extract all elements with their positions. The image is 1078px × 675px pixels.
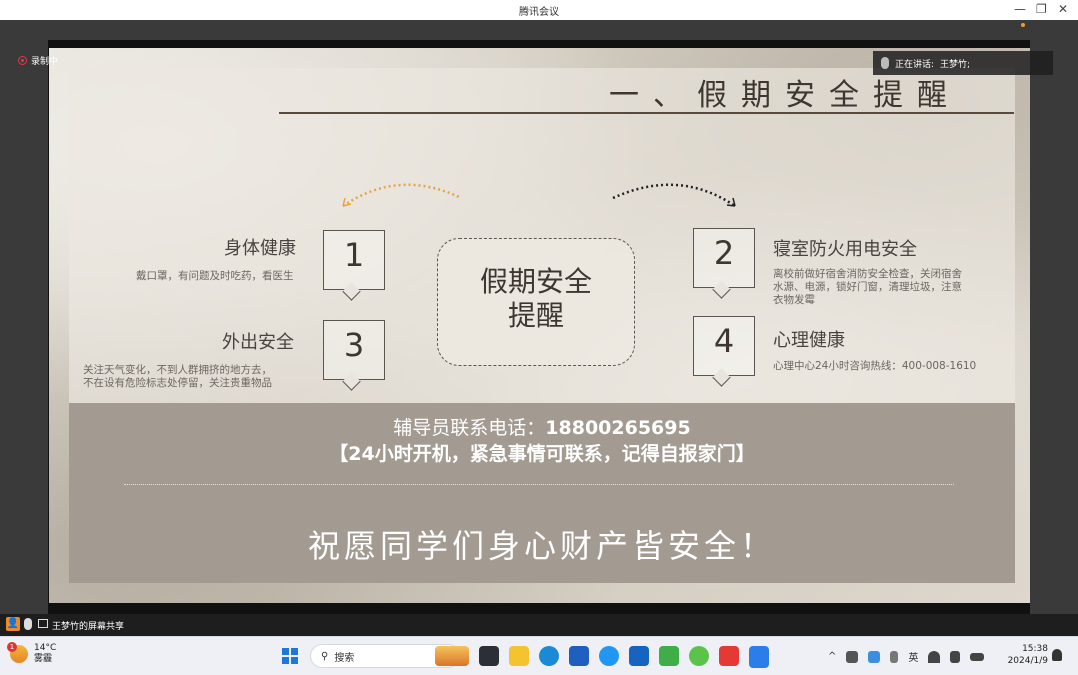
weather-desc: 雾霾	[34, 654, 53, 664]
slide-title: 一、假期安全提醒	[609, 78, 961, 113]
item-1-number: 1	[343, 236, 365, 274]
wifi-icon[interactable]	[928, 650, 941, 663]
share-label: 王梦竹的屏幕共享	[52, 622, 125, 632]
weather-badge: 1	[7, 642, 17, 652]
status-dot	[1021, 23, 1025, 27]
shared-slide: 一、假期安全提醒 身体健康 戴口罩，有问题及时吃药，看医生 1 外出安全 关注天…	[49, 48, 1030, 603]
item-3-desc: 关注天气变化，不到人群拥挤的地方去， 不在设有危险标志处停留，关注贵重物品	[83, 364, 272, 389]
contact-line: 辅导员联系电话：18800265695	[69, 413, 1015, 440]
clock[interactable]: 15:38 2024/1/9	[1004, 643, 1048, 667]
taskbar-apps	[435, 646, 769, 668]
weather-icon: 1	[7, 642, 28, 663]
clock-time: 15:38	[1022, 644, 1048, 654]
item-2-heading: 寝室防火用电安全	[773, 239, 917, 260]
tray-app-icon[interactable]	[846, 650, 859, 663]
contact-banner: 辅导员联系电话：18800265695 【24小时开机，紧急事情可联系，记得自报…	[69, 403, 1015, 583]
task-view-icon[interactable]	[479, 646, 499, 666]
microphone-icon[interactable]	[24, 618, 32, 630]
item-1-number-box: 1	[323, 230, 385, 301]
item-2-desc: 离校前做好宿舍消防安全检查，关闭宿舍 水源、电源，锁好门窗，清理垃圾，注意 衣物…	[773, 268, 962, 306]
speaking-label: 正在讲话:	[895, 59, 935, 70]
restore-button[interactable]: ❐	[1036, 2, 1047, 16]
window-titlebar: 腾讯会议 — ❐ ✕	[0, 0, 1078, 20]
contact-note: 【24小时开机，紧急事情可联系，记得自报家门】	[329, 443, 755, 465]
volume-icon[interactable]	[950, 650, 961, 663]
search-icon: ⚲	[321, 650, 329, 662]
notification-icon[interactable]	[1052, 649, 1062, 661]
banner-divider	[124, 484, 954, 485]
item-2-number: 2	[713, 234, 735, 272]
file-explorer-icon[interactable]	[509, 646, 529, 666]
item-4-number: 4	[713, 322, 735, 360]
item-3-number-box: 3	[323, 320, 385, 391]
center-text-line-2: 提醒	[507, 299, 564, 332]
item-2-number-box: 2	[693, 228, 755, 299]
microphone-icon[interactable]	[890, 650, 899, 663]
start-button[interactable]	[282, 648, 298, 664]
ie-browser-icon[interactable]	[689, 646, 709, 666]
browser-icon[interactable]	[599, 646, 619, 666]
system-tray: ^ 英	[828, 649, 985, 664]
item-4-heading: 心理健康	[773, 330, 845, 351]
clock-date: 2024/1/9	[1007, 656, 1048, 666]
center-text-line-1: 假期安全	[479, 265, 592, 298]
item-4-number-box: 4	[693, 316, 755, 387]
ime-indicator[interactable]: 英	[908, 649, 918, 664]
center-callout: 假期安全 提醒	[437, 238, 635, 366]
weather-widget[interactable]: 1 14°C 雾霾	[7, 642, 57, 665]
contact-number: 18800265695	[545, 417, 691, 439]
shield-app-icon[interactable]	[629, 646, 649, 666]
document-app-icon[interactable]	[719, 646, 739, 666]
edge-browser-icon[interactable]	[539, 646, 559, 666]
contact-label: 辅导员联系电话：	[393, 417, 546, 439]
minimize-button[interactable]: —	[1014, 2, 1026, 16]
store-icon[interactable]	[569, 646, 589, 666]
search-placeholder: 搜索	[334, 652, 355, 664]
recording-indicator[interactable]: 录制中	[18, 54, 58, 67]
item-1-heading: 身体健康	[224, 238, 296, 259]
arc-decoration-left	[342, 183, 462, 208]
windows-taskbar: 1 14°C 雾霾 ⚲ 搜索 ^ 英 15:38 2024/1/9	[0, 636, 1078, 675]
speaking-indicator: 正在讲话: 王梦竹;	[873, 51, 1053, 75]
item-3-heading: 外出安全	[222, 332, 294, 353]
close-button[interactable]: ✕	[1058, 2, 1068, 16]
mail-app-icon[interactable]	[659, 646, 679, 666]
weather-temp: 14°C	[34, 643, 57, 653]
arc-decoration-right	[612, 183, 736, 208]
microphone-icon	[881, 57, 889, 69]
share-status-bar: 👤 王梦竹的屏幕共享	[0, 614, 1078, 636]
recording-label: 录制中	[31, 57, 59, 67]
chevron-up-icon[interactable]: ^	[828, 651, 836, 662]
item-4-desc: 心理中心24小时咨询热线：400-008-1610	[773, 360, 977, 372]
battery-icon[interactable]	[970, 652, 985, 661]
record-icon	[18, 56, 27, 65]
user-icon[interactable]: 👤	[6, 617, 20, 631]
wish-text: 祝愿同学们身心财产皆安全！	[307, 527, 776, 565]
widget-app-icon[interactable]	[435, 646, 469, 666]
tray-meeting-icon[interactable]	[868, 650, 881, 663]
item-3-number: 3	[343, 326, 365, 364]
screen-share-icon[interactable]	[38, 619, 48, 628]
title-underline	[279, 112, 1014, 114]
item-1-desc: 戴口罩，有问题及时吃药，看医生	[136, 270, 294, 282]
window-title: 腾讯会议	[519, 7, 559, 18]
speaker-name: 王梦竹;	[940, 59, 971, 70]
tencent-meeting-icon[interactable]	[749, 646, 769, 668]
